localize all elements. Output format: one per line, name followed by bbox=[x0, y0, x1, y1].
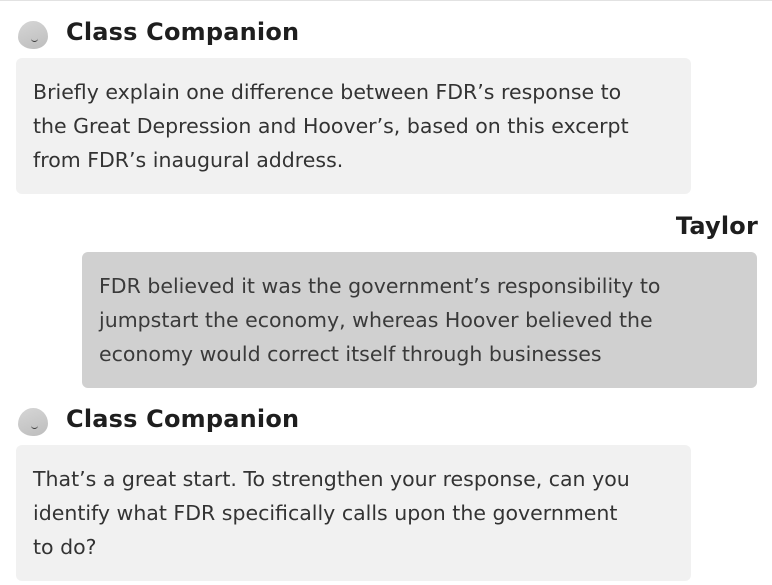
message-bubble: FDR believed it was the government’s res… bbox=[82, 252, 757, 388]
smile-mark bbox=[31, 424, 38, 429]
sender-name: Taylor bbox=[675, 212, 758, 240]
sender-name: Class Companion bbox=[66, 405, 300, 433]
companion-avatar-icon bbox=[18, 21, 48, 49]
message-bubble: Briefly explain one difference between F… bbox=[16, 58, 691, 194]
smile-mark bbox=[31, 37, 38, 42]
sender-name: Class Companion bbox=[66, 18, 300, 46]
companion-avatar-icon bbox=[18, 408, 48, 436]
top-border bbox=[0, 0, 772, 1]
message-bubble: That’s a great start. To strengthen your… bbox=[16, 445, 691, 581]
